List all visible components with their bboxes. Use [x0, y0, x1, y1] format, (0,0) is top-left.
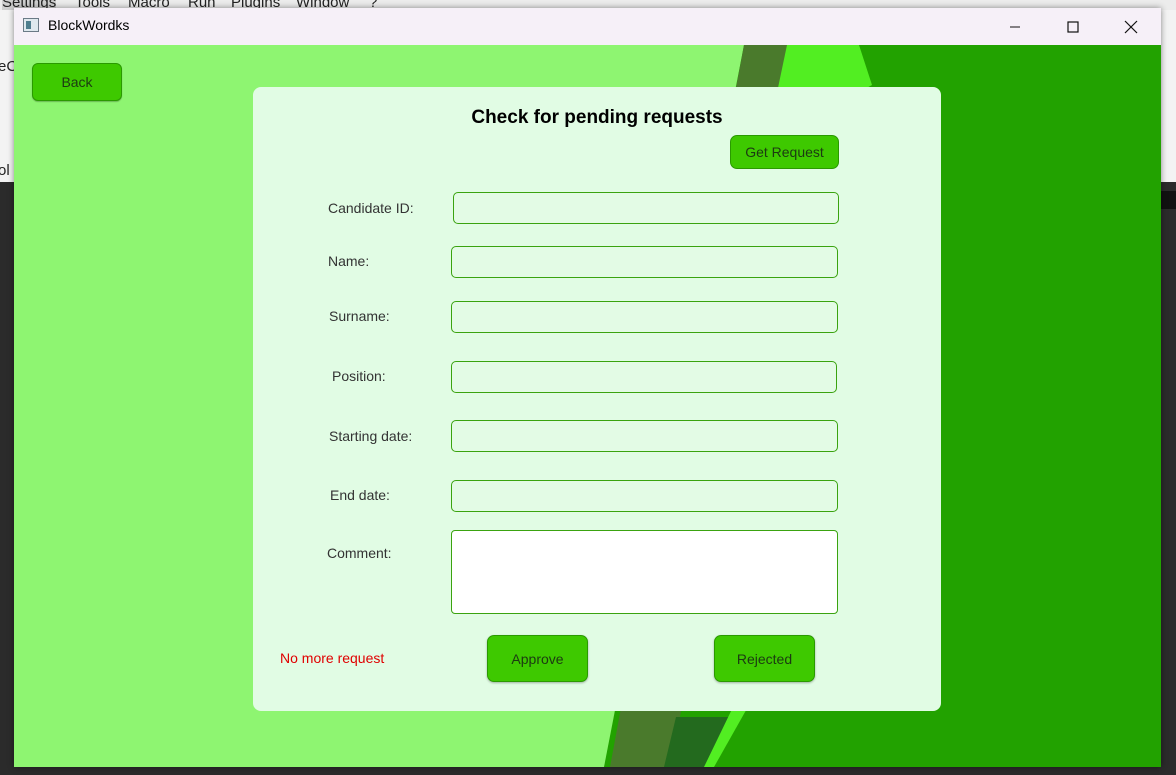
window-title: BlockWordks	[48, 17, 130, 33]
close-button[interactable]	[1102, 8, 1160, 45]
position-label: Position:	[332, 368, 386, 384]
close-icon	[1124, 20, 1138, 33]
panel-title: Check for pending requests	[471, 107, 723, 128]
minimize-button[interactable]	[986, 8, 1044, 45]
maximize-button[interactable]	[1044, 8, 1102, 45]
maximize-icon	[1067, 20, 1079, 33]
status-message: No more request	[280, 650, 385, 666]
back-button[interactable]: Back	[32, 63, 122, 101]
candidate-id-label: Candidate ID:	[328, 200, 414, 216]
name-label: Name:	[328, 253, 370, 269]
end-date-label: End date:	[330, 487, 390, 503]
background-left-edge: eC ol	[0, 10, 17, 775]
starting-date-input[interactable]	[451, 420, 838, 452]
get-request-button[interactable]: Get Request	[730, 135, 839, 169]
end-date-input[interactable]	[451, 480, 838, 512]
request-panel: Check for pending requests Get Request C…	[253, 87, 941, 711]
approve-button[interactable]: Approve	[487, 635, 588, 682]
surname-label: Surname:	[329, 308, 390, 324]
comment-label: Comment:	[327, 545, 392, 561]
comment-textarea[interactable]	[451, 530, 838, 614]
bg-fragment-2: ol	[0, 162, 10, 179]
minimize-icon	[1010, 26, 1020, 27]
app-icon	[23, 18, 39, 32]
background-right-edge	[1161, 10, 1176, 775]
starting-date-label: Starting date:	[329, 428, 413, 444]
reject-button[interactable]: Rejected	[714, 635, 815, 682]
title-bar: BlockWordks	[14, 8, 1161, 45]
app-window: BlockWordks Back Check for pending reque…	[14, 8, 1161, 767]
position-input[interactable]	[451, 361, 837, 393]
name-input[interactable]	[451, 246, 838, 278]
window-content: Back Check for pending requests Get Requ…	[14, 45, 1161, 767]
candidate-id-input[interactable]	[453, 192, 839, 224]
surname-input[interactable]	[451, 301, 838, 333]
